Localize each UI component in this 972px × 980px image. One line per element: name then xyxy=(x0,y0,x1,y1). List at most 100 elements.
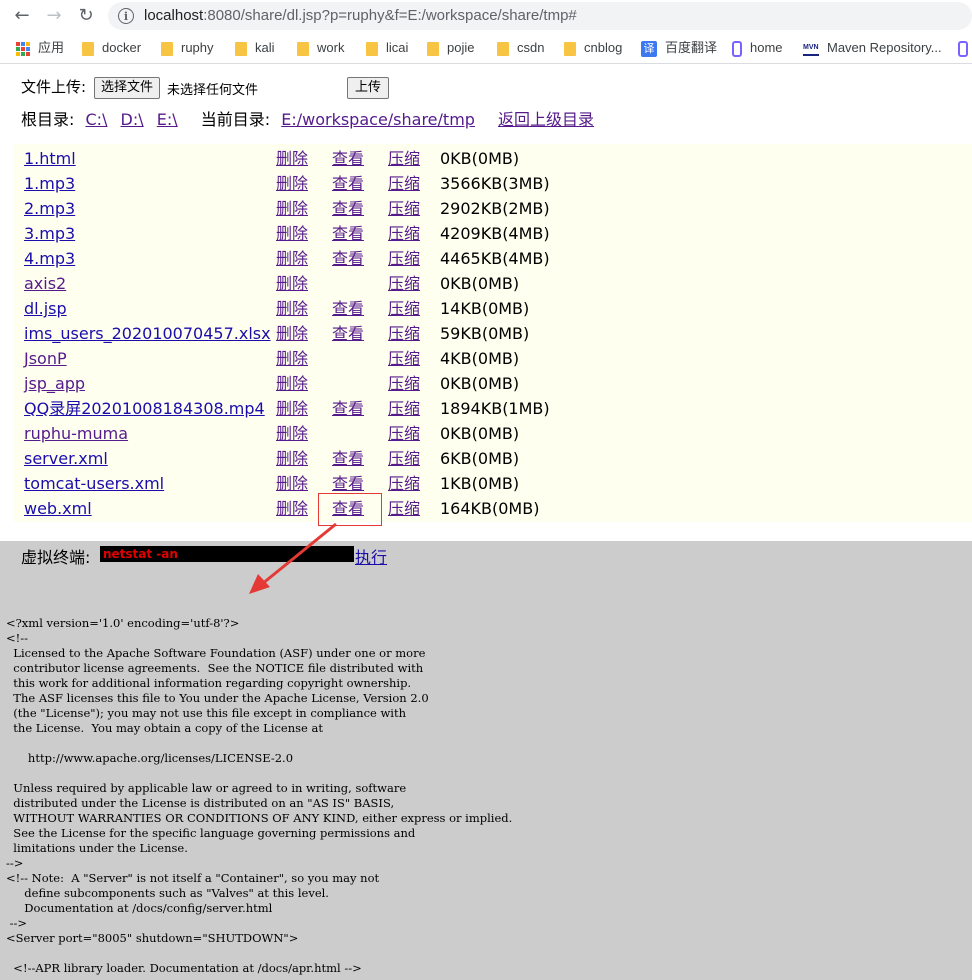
bookmark-baidu-translate[interactable]: 译百度翻译 xyxy=(641,39,717,57)
delete-link[interactable]: 删除 xyxy=(276,396,308,421)
translate-icon: 译 xyxy=(641,40,657,57)
url-rest: :8080/share/dl.jsp?p=ruphy&f=E:/workspac… xyxy=(203,7,577,24)
bookmark-overflow[interactable] xyxy=(958,39,972,57)
delete-link[interactable]: 删除 xyxy=(276,321,308,346)
url-text[interactable]: localhost:8080/share/dl.jsp?p=ruphy&f=E:… xyxy=(144,7,577,24)
bookmark-cnblog[interactable]: cnblog xyxy=(564,39,622,57)
delete-link[interactable]: 删除 xyxy=(276,371,308,396)
folder-icon xyxy=(497,41,509,56)
delete-link[interactable]: 删除 xyxy=(276,296,308,321)
zip-link[interactable]: 压缩 xyxy=(388,446,420,471)
file-size: 0KB(0MB) xyxy=(440,374,520,393)
file-name-link[interactable]: 4.mp3 xyxy=(24,246,75,271)
delete-link[interactable]: 删除 xyxy=(276,246,308,271)
reload-icon[interactable]: ↻ xyxy=(74,4,98,28)
zip-link[interactable]: 压缩 xyxy=(388,171,420,196)
command-input[interactable]: netstat -an xyxy=(100,546,354,562)
zip-link[interactable]: 压缩 xyxy=(388,496,420,521)
file-row: 2.mp3 删除 查看 压缩 2902KB(2MB) xyxy=(13,196,972,221)
zip-link[interactable]: 压缩 xyxy=(388,146,420,171)
file-name-link[interactable]: dl.jsp xyxy=(24,296,67,321)
view-link[interactable]: 查看 xyxy=(332,246,364,271)
bookmark-csdn[interactable]: csdn xyxy=(497,39,544,57)
file-name-link[interactable]: JsonP xyxy=(24,346,67,371)
file-size: 164KB(0MB) xyxy=(440,499,540,518)
file-name-link[interactable]: ims_users_202010070457.xlsx xyxy=(24,321,271,346)
zip-link[interactable]: 压缩 xyxy=(388,246,420,271)
current-dir-link[interactable]: E:/workspace/share/tmp xyxy=(281,110,475,129)
file-name-link[interactable]: axis2 xyxy=(24,271,66,296)
root-link-c[interactable]: C:\ xyxy=(86,110,108,129)
choose-file-button[interactable]: 选择文件 xyxy=(94,77,161,99)
file-row: 3.mp3 删除 查看 压缩 4209KB(4MB) xyxy=(13,221,972,246)
file-name-link[interactable]: 2.mp3 xyxy=(24,196,75,221)
zip-link[interactable]: 压缩 xyxy=(388,221,420,246)
zip-link[interactable]: 压缩 xyxy=(388,471,420,496)
file-name-link[interactable]: web.xml xyxy=(24,496,92,521)
parent-dir-link[interactable]: 返回上级目录 xyxy=(498,110,594,129)
address-bar[interactable]: i localhost:8080/share/dl.jsp?p=ruphy&f=… xyxy=(108,2,972,30)
bookmark-home[interactable]: home xyxy=(732,39,783,57)
bookmark-docker[interactable]: docker xyxy=(82,39,141,57)
bookmark-apps[interactable]: 应用 xyxy=(16,39,64,57)
delete-link[interactable]: 删除 xyxy=(276,496,308,521)
back-arrow-icon[interactable]: ← xyxy=(10,4,34,28)
view-link[interactable]: 查看 xyxy=(332,171,364,196)
bookmark-label: kali xyxy=(255,40,275,55)
bookmark-ruphy[interactable]: ruphy xyxy=(161,39,214,57)
zip-link[interactable]: 压缩 xyxy=(388,271,420,296)
zip-link[interactable]: 压缩 xyxy=(388,296,420,321)
file-name-link[interactable]: 3.mp3 xyxy=(24,221,75,246)
file-name-link[interactable]: jsp_app xyxy=(24,371,85,396)
upload-button[interactable]: 上传 xyxy=(347,77,389,99)
file-name-link[interactable]: 1.mp3 xyxy=(24,171,75,196)
file-name-link[interactable]: 1.html xyxy=(24,146,76,171)
file-size: 3566KB(3MB) xyxy=(440,174,550,193)
zip-link[interactable]: 压缩 xyxy=(388,396,420,421)
zip-link[interactable]: 压缩 xyxy=(388,346,420,371)
view-link[interactable]: 查看 xyxy=(332,296,364,321)
delete-link[interactable]: 删除 xyxy=(276,271,308,296)
file-size: 1KB(0MB) xyxy=(440,474,520,493)
execute-link[interactable]: 执行 xyxy=(355,544,387,568)
view-link[interactable]: 查看 xyxy=(332,321,364,346)
zip-link[interactable]: 压缩 xyxy=(388,371,420,396)
delete-link[interactable]: 删除 xyxy=(276,446,308,471)
forward-arrow-icon[interactable]: → xyxy=(42,4,66,28)
upload-label: 文件上传: xyxy=(21,78,87,96)
file-name-link[interactable]: tomcat-users.xml xyxy=(24,471,164,496)
info-icon[interactable]: i xyxy=(118,8,134,24)
view-link[interactable]: 查看 xyxy=(332,196,364,221)
zip-link[interactable]: 压缩 xyxy=(388,321,420,346)
file-size: 4KB(0MB) xyxy=(440,349,520,368)
zip-link[interactable]: 压缩 xyxy=(388,196,420,221)
root-link-e[interactable]: E:\ xyxy=(157,110,178,129)
bookmark-label: docker xyxy=(102,40,142,55)
delete-link[interactable]: 删除 xyxy=(276,346,308,371)
file-name-link[interactable]: QQ录屏20201008184308.mp4 xyxy=(24,396,265,421)
view-link[interactable]: 查看 xyxy=(332,146,364,171)
delete-link[interactable]: 删除 xyxy=(276,421,308,446)
file-name-link[interactable]: server.xml xyxy=(24,446,108,471)
delete-link[interactable]: 删除 xyxy=(276,196,308,221)
folder-icon xyxy=(366,41,378,56)
delete-link[interactable]: 删除 xyxy=(276,221,308,246)
bookmark-licai[interactable]: licai xyxy=(366,39,408,57)
delete-link[interactable]: 删除 xyxy=(276,171,308,196)
view-link[interactable]: 查看 xyxy=(332,396,364,421)
file-name-link[interactable]: ruphu-muma xyxy=(24,421,128,446)
delete-link[interactable]: 删除 xyxy=(276,146,308,171)
view-link[interactable]: 查看 xyxy=(332,446,364,471)
bookmark-kali[interactable]: kali xyxy=(235,39,275,57)
root-link-d[interactable]: D:\ xyxy=(121,110,144,129)
view-link[interactable]: 查看 xyxy=(332,221,364,246)
file-row: tomcat-users.xml 删除 查看 压缩 1KB(0MB) xyxy=(13,471,972,496)
delete-link[interactable]: 删除 xyxy=(276,471,308,496)
bookmark-maven[interactable]: MVN Maven Repository... xyxy=(803,39,942,57)
zip-link[interactable]: 压缩 xyxy=(388,421,420,446)
file-row: ruphu-muma 删除 压缩 0KB(0MB) xyxy=(13,421,972,446)
bookmark-pojie[interactable]: pojie xyxy=(427,39,474,57)
file-size: 59KB(0MB) xyxy=(440,324,530,343)
url-host: localhost xyxy=(144,7,204,24)
bookmark-work[interactable]: work xyxy=(297,39,344,57)
